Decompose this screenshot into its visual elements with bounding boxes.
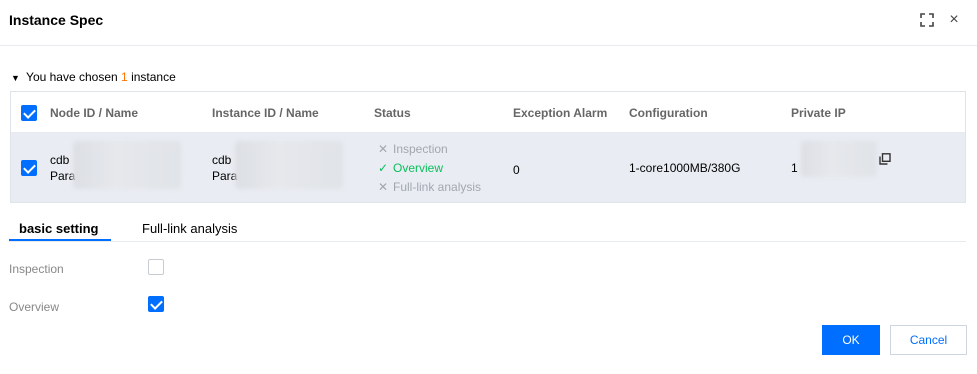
instance-spec-dialog: Instance Spec × ▼ You have chosen 1 inst… [0,0,977,374]
tab-full-link-analysis[interactable]: Full-link analysis [142,221,237,236]
redacted-node-info [73,141,181,189]
copy-icon[interactable] [879,153,891,165]
close-icon[interactable]: × [944,10,964,30]
overview-checkbox[interactable] [148,296,164,312]
instance-table: Node ID / Name Instance ID / Name Status… [10,91,966,203]
inspection-checkbox[interactable] [148,259,164,275]
dialog-header: Instance Spec × [0,0,977,46]
tab-basic-setting[interactable]: basic setting [19,221,98,236]
configuration-value: 1-core1000MB/380G [629,161,741,175]
fullscreen-icon[interactable] [917,10,937,30]
node-name: Para [50,169,76,183]
select-all-checkbox[interactable] [21,105,37,121]
status-full-link: ✕ Full-link analysis [377,180,481,194]
settings-tabs: basic setting Full-link analysis [9,214,966,242]
header-instance: Instance ID / Name [212,106,319,120]
status-overview-label: Overview [393,161,444,175]
table-header: Node ID / Name Instance ID / Name Status… [11,92,965,133]
selected-count: 1 [121,70,128,84]
header-ip: Private IP [791,106,846,120]
dialog-title: Instance Spec [9,12,104,28]
selection-summary[interactable]: ▼ You have chosen 1 instance [11,70,176,84]
header-node: Node ID / Name [50,106,139,120]
cross-icon: ✕ [377,142,389,156]
cancel-button[interactable]: Cancel [890,325,967,355]
instance-id: cdb [212,153,232,167]
summary-prefix: You have chosen [26,70,118,84]
header-alarm: Exception Alarm [513,106,608,120]
exception-alarm-value: 0 [513,163,520,177]
redacted-instance-info [235,141,343,189]
private-ip-value: 1 [791,161,798,175]
ok-button[interactable]: OK [822,325,880,355]
row-checkbox[interactable] [21,160,37,176]
node-id: cdb [50,153,70,167]
active-tab-indicator [9,239,111,241]
status-full-link-label: Full-link analysis [393,180,482,194]
overview-label: Overview [9,300,60,314]
header-status: Status [374,106,411,120]
cross-icon: ✕ [377,180,389,194]
status-inspection-label: Inspection [393,142,448,156]
inspection-label: Inspection [9,262,64,276]
instance-name: Para [212,169,238,183]
collapse-toggle-icon[interactable]: ▼ [11,73,20,83]
summary-suffix: instance [131,70,176,84]
header-config: Configuration [629,106,708,120]
status-inspection: ✕ Inspection [377,142,448,156]
check-icon: ✓ [377,161,389,175]
redacted-ip [801,141,877,177]
fullscreen-icon-svg [920,13,934,27]
table-row[interactable]: cdb Para cdb Para ✕ Inspection ✓ Overview … [11,133,965,202]
status-overview: ✓ Overview [377,161,443,175]
